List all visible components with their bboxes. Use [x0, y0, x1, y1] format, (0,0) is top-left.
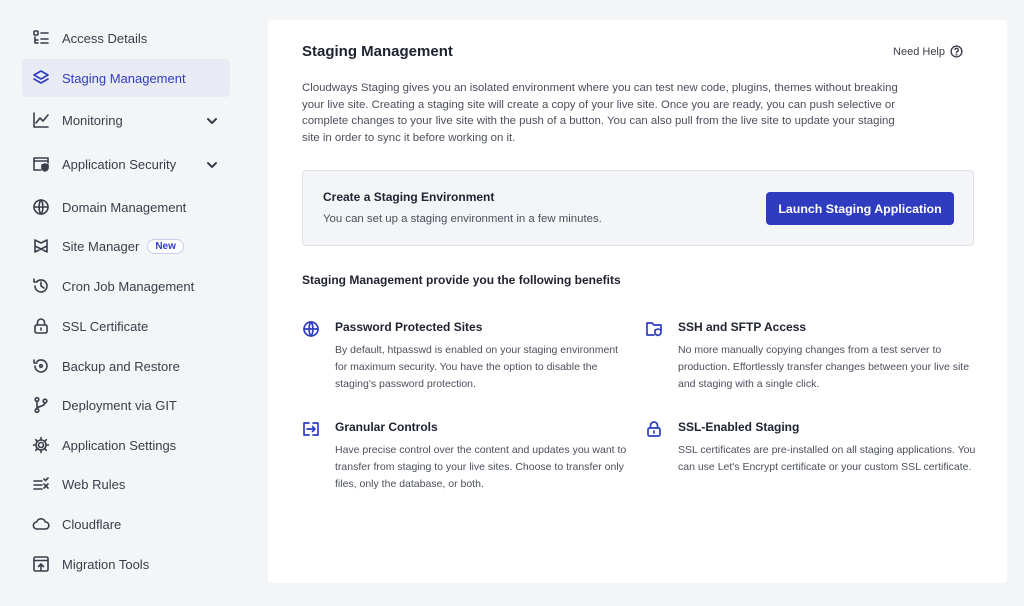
- www-globe-icon: [22, 198, 62, 216]
- need-help-link[interactable]: Need Help: [893, 45, 963, 58]
- sidebar-item-application-security[interactable]: Application Security: [22, 145, 230, 183]
- sidebar-item-domain-management[interactable]: Domain Management: [22, 188, 230, 226]
- sidebar-item-web-rules[interactable]: Web Rules: [22, 465, 230, 503]
- git-branch-icon: [22, 396, 62, 414]
- sidebar-item-cron-job-management[interactable]: Cron Job Management: [22, 267, 230, 305]
- need-help-label: Need Help: [893, 45, 945, 58]
- transfer-icon: [302, 420, 322, 440]
- benefit-desc: By default, htpasswd is enabled on your …: [335, 344, 619, 391]
- sidebar-item-label: Migration Tools: [62, 556, 150, 572]
- backup-icon: [22, 357, 62, 375]
- create-staging-title: Create a Staging Environment: [323, 190, 495, 204]
- benefits-title: Staging Management provide you the follo…: [302, 273, 621, 287]
- benefit-desc: SSL certificates are pre-installed on al…: [678, 444, 976, 474]
- sidebar-item-label: Cloudflare: [62, 516, 122, 532]
- sidebar-item-cloudflare[interactable]: Cloudflare: [22, 505, 230, 543]
- sidebar-item-label: Deployment via GIT: [62, 397, 177, 413]
- benefit-title: SSL-Enabled Staging: [678, 420, 800, 434]
- sidebar-item-monitoring[interactable]: Monitoring: [22, 101, 230, 139]
- sidebar-item-backup-and-restore[interactable]: Backup and Restore: [22, 347, 230, 385]
- folder-shield-icon: [645, 320, 665, 340]
- history-clock-icon: [22, 277, 62, 295]
- sidebar-item-label: Application Settings: [62, 437, 177, 453]
- launch-staging-button[interactable]: Launch Staging Application: [766, 192, 954, 225]
- page-title: Staging Management: [302, 43, 453, 60]
- sidebar-item-label: Staging Management: [62, 70, 186, 86]
- question-circle-icon: [950, 45, 963, 58]
- layers-icon: [22, 69, 62, 87]
- site-manager-icon: [22, 237, 62, 255]
- sidebar-item-label: Site Manager: [62, 238, 140, 254]
- sidebar-item-application-settings[interactable]: Application Settings: [22, 426, 230, 464]
- sidebar-item-label: Web Rules: [62, 476, 126, 492]
- migration-icon: [22, 555, 62, 573]
- cloud-icon: [22, 515, 62, 533]
- lock-icon: [22, 317, 62, 335]
- create-staging-box: Create a Staging Environment You can set…: [302, 170, 974, 246]
- sidebar-item-label: Cron Job Management: [62, 278, 195, 294]
- new-badge: New: [147, 238, 184, 254]
- sidebar-item-staging-management[interactable]: Staging Management: [22, 59, 230, 97]
- chevron-down-icon[interactable]: [206, 114, 218, 126]
- access-details-icon: [22, 29, 62, 47]
- benefit-title: Password Protected Sites: [335, 320, 483, 334]
- benefit-title: SSH and SFTP Access: [678, 320, 807, 334]
- app-shield-icon: [22, 155, 62, 173]
- sidebar-item-label: Access Details: [62, 30, 148, 46]
- globe-icon: [302, 320, 322, 340]
- benefit-desc: Have precise control over the content an…: [335, 444, 627, 491]
- sidebar-item-site-manager[interactable]: Site Manager New: [22, 227, 230, 265]
- benefit-desc: No more manually copying changes from a …: [678, 344, 970, 391]
- sidebar-item-label: SSL Certificate: [62, 318, 149, 334]
- sidebar-item-label: Domain Management: [62, 199, 187, 215]
- sidebar-item-label: Monitoring: [62, 112, 123, 128]
- create-staging-subtitle: You can set up a staging environment in …: [323, 213, 602, 225]
- sidebar-item-migration-tools[interactable]: Migration Tools: [22, 545, 230, 583]
- rules-icon: [22, 475, 62, 493]
- sidebar-item-ssl-certificate[interactable]: SSL Certificate: [22, 307, 230, 345]
- sidebar-item-access-details[interactable]: Access Details: [22, 19, 230, 57]
- sidebar: Access Details Staging Management Monito…: [0, 0, 248, 606]
- intro-text: Cloudways Staging gives you an isolated …: [302, 82, 898, 144]
- chevron-down-icon[interactable]: [206, 158, 218, 170]
- benefit-title: Granular Controls: [335, 420, 438, 434]
- chart-line-icon: [22, 111, 62, 129]
- main-panel: Staging Management Need Help Cloudways S…: [268, 20, 1007, 583]
- sidebar-item-deployment-via-git[interactable]: Deployment via GIT: [22, 386, 230, 424]
- lock-icon: [645, 420, 665, 440]
- sidebar-item-label: Application Security: [62, 156, 177, 172]
- sidebar-item-label: Backup and Restore: [62, 358, 180, 374]
- gear-icon: [22, 436, 62, 454]
